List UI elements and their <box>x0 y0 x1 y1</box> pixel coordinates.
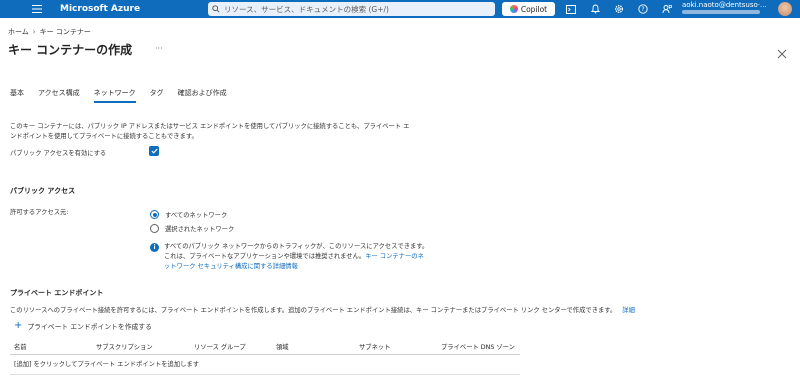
wizard-tabs: 基本 アクセス構成 ネットワーク タグ 確認および作成 <box>10 88 241 103</box>
table-empty-message: [追加] をクリックしてプライベート エンドポイントを追加します <box>14 361 200 368</box>
copilot-icon <box>509 5 518 13</box>
tab-networking[interactable]: ネットワーク <box>93 88 136 103</box>
column-region: 領域 <box>276 344 289 351</box>
info-text: すべてのパブリック ネットワークからのトラフィックが、このリソースにアクセスでき… <box>164 242 430 272</box>
radio-all-networks[interactable]: すべてのネットワーク <box>150 210 227 219</box>
chevron-right-icon: › <box>32 28 36 36</box>
table-bottom-divider <box>10 374 520 375</box>
bell-icon[interactable] <box>589 3 601 15</box>
plus-icon: + <box>14 320 23 331</box>
feedback-icon[interactable] <box>661 3 673 15</box>
tab-basics[interactable]: 基本 <box>10 88 24 103</box>
help-icon[interactable]: ? <box>637 3 649 15</box>
column-subscription: サブスクリプション <box>96 344 153 351</box>
page-title: キー コンテナーの作成 <box>8 43 133 57</box>
svg-text:?: ? <box>641 6 644 13</box>
public-access-heading: パブリック アクセス <box>10 187 76 195</box>
create-private-endpoint-button[interactable]: + プライベート エンドポイントを作成する <box>14 320 152 332</box>
create-private-endpoint-label: プライベート エンドポイントを作成する <box>27 323 152 331</box>
copilot-button[interactable]: Copilot <box>502 2 555 16</box>
copilot-label: Copilot <box>520 4 548 14</box>
radio-all-networks-label: すべてのネットワーク <box>165 212 228 219</box>
radio-selected-networks-label: 選択されたネットワーク <box>165 226 235 233</box>
radio-button-selected[interactable] <box>150 210 159 219</box>
breadcrumb-home[interactable]: ホーム <box>8 27 29 37</box>
gear-icon[interactable] <box>613 3 625 15</box>
private-endpoint-description: このリソースへのプライベート接続を許可するには、プライベート エンドポイントを作… <box>10 305 635 314</box>
cloud-shell-icon[interactable] <box>565 3 577 15</box>
tab-review-create[interactable]: 確認および作成 <box>178 88 227 103</box>
brand-title[interactable]: Microsoft Azure <box>60 4 180 14</box>
allow-access-label: 許可するアクセス元: <box>10 209 69 216</box>
public-access-checkbox[interactable] <box>149 146 159 156</box>
breadcrumb: ホーム › キー コンテナー <box>8 27 91 37</box>
radio-selected-networks[interactable]: 選択されたネットワーク <box>150 224 234 233</box>
radio-button[interactable] <box>150 224 159 233</box>
account-name: aoki.naoto@dentsuso·... <box>682 1 767 9</box>
column-resource-group: リソース グループ <box>194 344 246 351</box>
info-icon: i <box>150 243 159 252</box>
account-tenant-redacted <box>682 9 767 17</box>
info-message: i すべてのパブリック ネットワークからのトラフィックが、このリソースにアクセス… <box>150 242 430 272</box>
tab-tags[interactable]: タグ <box>150 88 164 103</box>
column-subnet: サブネット <box>359 344 391 351</box>
tab-access-configuration[interactable]: アクセス構成 <box>38 88 80 103</box>
more-options-button[interactable]: ··· <box>155 44 163 53</box>
column-name: 名前 <box>14 344 27 351</box>
table-divider <box>10 354 520 355</box>
account-info[interactable]: aoki.naoto@dentsuso·... <box>682 1 767 17</box>
menu-icon[interactable] <box>28 0 46 18</box>
private-endpoint-description-text: このリソースへのプライベート接続を許可するには、プライベート エンドポイントを作… <box>10 307 617 314</box>
network-description: このキー コンテナーには、パブリック IP アドレスまたはサービス エンドポイン… <box>10 123 410 140</box>
search-placeholder: リソース、サービス、ドキュメントの検索 (G+/) <box>224 4 389 14</box>
search-icon <box>212 5 220 13</box>
avatar[interactable] <box>778 2 792 16</box>
private-endpoint-heading: プライベート エンドポイント <box>10 289 104 297</box>
public-access-label: パブリック アクセスを有効にする <box>10 150 107 157</box>
breadcrumb-current[interactable]: キー コンテナー <box>40 27 91 37</box>
checkmark-icon <box>150 148 158 154</box>
details-link[interactable]: 詳細 <box>622 307 635 314</box>
search-input[interactable]: リソース、サービス、ドキュメントの検索 (G+/) <box>208 2 495 16</box>
column-private-dns-zone: プライベート DNS ゾーン <box>441 344 515 351</box>
private-endpoint-table-header: 名前 サブスクリプション リソース グループ 領域 サブネット プライベート D… <box>14 342 519 354</box>
close-icon[interactable] <box>777 44 787 59</box>
